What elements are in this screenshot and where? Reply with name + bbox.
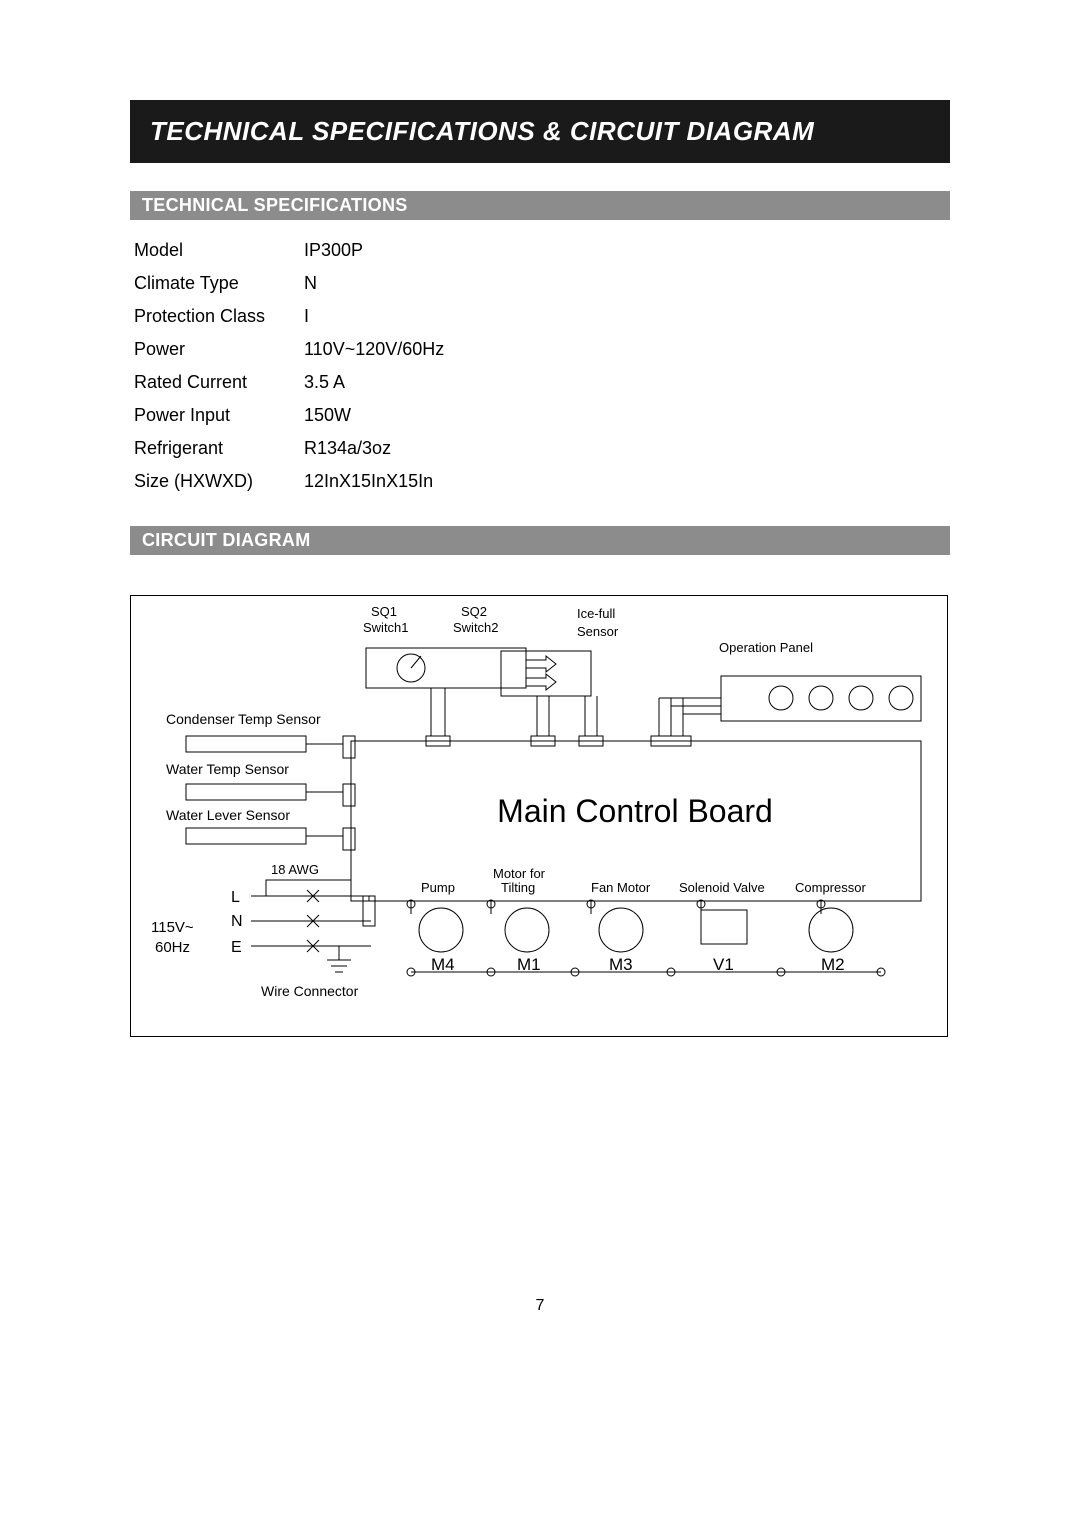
fan-motor-label: Fan Motor [591,880,651,895]
motor-tilt2-label: Tilting [501,880,535,895]
circuit-diagram: SQ1 Switch1 SQ2 Switch2 Ice-full Sensor … [130,595,948,1037]
spec-value: 3.5 A [304,372,345,393]
N-label: N [231,913,243,930]
spec-label: Model [134,240,304,261]
spec-value: 150W [304,405,351,426]
m2-label: M2 [821,955,845,974]
spec-row: Refrigerant R134a/3oz [134,432,950,465]
op-panel-label: Operation Panel [719,640,813,655]
sq1-sub-label: Switch1 [363,620,409,635]
spec-value: I [304,306,309,327]
spec-label: Refrigerant [134,438,304,459]
icefull-label: Ice-full [577,606,615,621]
power-115v-label: 115V~ [151,919,194,936]
sq1-label: SQ1 [371,604,397,619]
m4-label: M4 [431,955,455,974]
spec-row: Climate Type N [134,267,950,300]
solenoid-label: Solenoid Valve [679,880,765,895]
awg-label: 18 AWG [271,862,319,877]
sq2-sub-label: Switch2 [453,620,499,635]
page-number: 7 [130,1297,950,1315]
power-60hz-label: 60Hz [155,939,190,956]
compressor-label: Compressor [795,880,866,895]
sq2-label: SQ2 [461,604,487,619]
pump-label: Pump [421,880,455,895]
spec-value: IP300P [304,240,363,261]
spec-label: Rated Current [134,372,304,393]
motor-tilt1-label: Motor for [493,866,546,881]
section-specs-heading: TECHNICAL SPECIFICATIONS [130,191,950,220]
spec-value: 12InX15InX15In [304,471,433,492]
spec-row: Size (HXWXD) 12InX15InX15In [134,465,950,498]
spec-label: Power Input [134,405,304,426]
section-diagram-heading: CIRCUIT DIAGRAM [130,526,950,555]
page-title: TECHNICAL SPECIFICATIONS & CIRCUIT DIAGR… [130,100,950,163]
spec-label: Protection Class [134,306,304,327]
spec-table: Model IP300P Climate Type N Protection C… [134,234,950,498]
water-level-label: Water Lever Sensor [166,807,290,823]
spec-row: Power Input 150W [134,399,950,432]
cond-temp-label: Condenser Temp Sensor [166,711,321,727]
spec-row: Protection Class I [134,300,950,333]
L-label: L [231,889,240,906]
E-label: E [231,939,242,956]
spec-value: 110V~120V/60Hz [304,339,444,360]
spec-value: R134a/3oz [304,438,391,459]
main-control-board-label: Main Control Board [497,793,773,829]
spec-label: Size (HXWXD) [134,471,304,492]
spec-label: Climate Type [134,273,304,294]
spec-row: Power 110V~120V/60Hz [134,333,950,366]
circuit-diagram-svg: SQ1 Switch1 SQ2 Switch2 Ice-full Sensor … [131,596,947,1036]
spec-row: Rated Current 3.5 A [134,366,950,399]
spec-value: N [304,273,317,294]
wire-conn-label: Wire Connector [261,983,359,999]
spec-label: Power [134,339,304,360]
m3-label: M3 [609,955,633,974]
m1-label: M1 [517,955,541,974]
water-temp-label: Water Temp Sensor [166,761,289,777]
icefull-sub-label: Sensor [577,624,619,639]
v1-label: V1 [713,955,734,974]
spec-row: Model IP300P [134,234,950,267]
